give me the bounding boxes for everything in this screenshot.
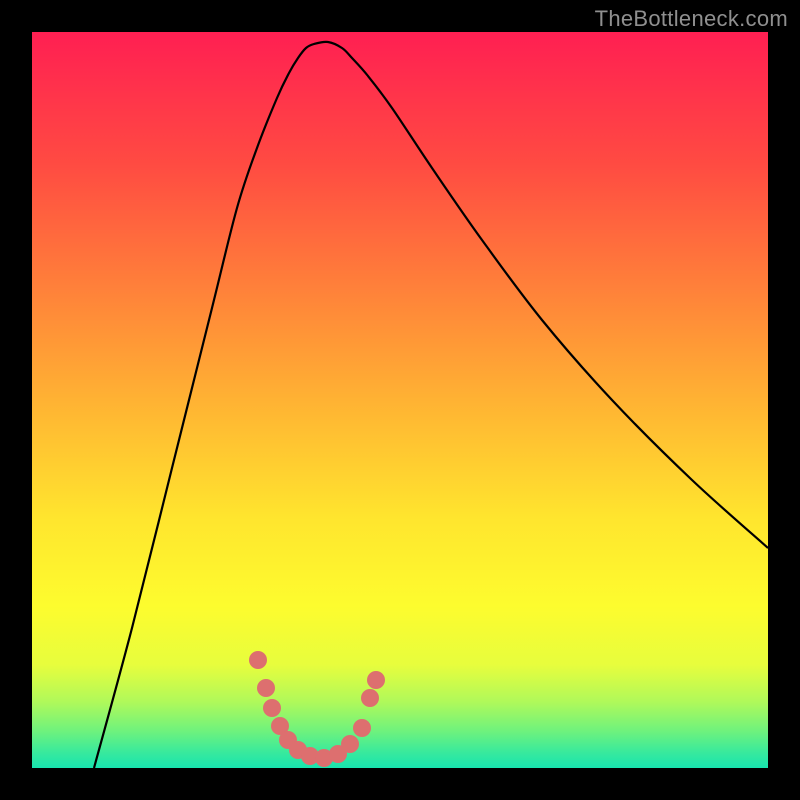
highlight-dot: [341, 735, 359, 753]
chart-frame: TheBottleneck.com: [0, 0, 800, 800]
plot-area: [32, 32, 768, 768]
highlight-dot: [367, 671, 385, 689]
highlight-dot: [353, 719, 371, 737]
watermark-text: TheBottleneck.com: [595, 6, 788, 32]
highlight-dot: [249, 651, 267, 669]
highlight-dot: [361, 689, 379, 707]
curve-line: [94, 42, 768, 768]
highlight-markers: [249, 651, 385, 767]
highlight-dot: [263, 699, 281, 717]
highlight-dot: [257, 679, 275, 697]
bottleneck-curve: [32, 32, 768, 768]
